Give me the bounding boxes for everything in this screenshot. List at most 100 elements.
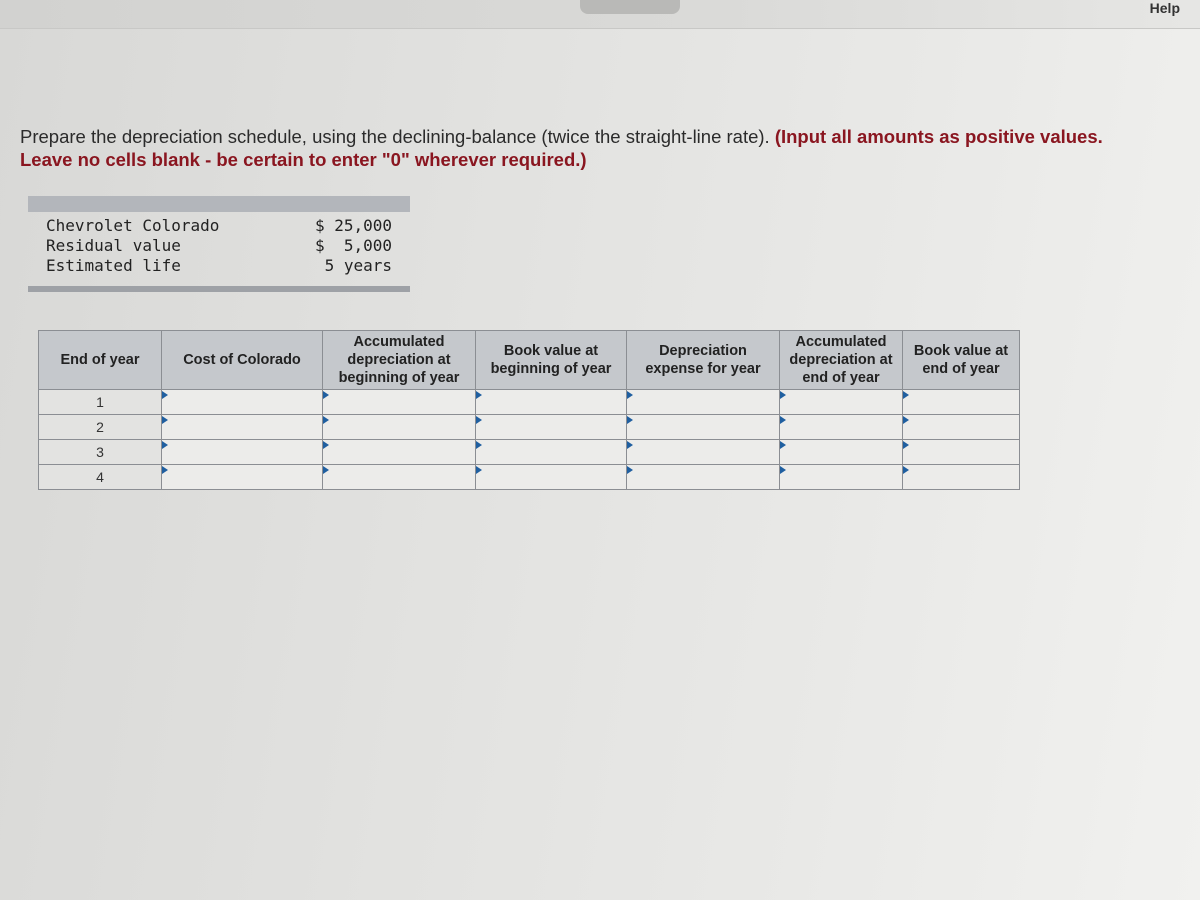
- year-cell: 3: [38, 439, 162, 465]
- input-marker-icon: [627, 441, 633, 449]
- accum-dep-end-cell: [779, 389, 903, 415]
- input-marker-icon: [476, 441, 482, 449]
- cost-input[interactable]: [162, 390, 322, 414]
- top-bar: Help: [0, 0, 1200, 29]
- cost-input[interactable]: [162, 440, 322, 464]
- header-end-of-year: End of year: [38, 330, 162, 390]
- table-row: 1: [38, 389, 1020, 415]
- book-value-beginning-cell: [475, 389, 627, 415]
- input-marker-icon: [323, 441, 329, 449]
- accum-dep-beginning-cell: [322, 464, 476, 490]
- info-row-life: Estimated life 5 years: [28, 256, 410, 276]
- book-value-beginning-cell: [475, 414, 627, 440]
- book-value-end-input[interactable]: [903, 415, 1019, 439]
- book-value-beginning-cell: [475, 439, 627, 465]
- cost-cell: [161, 439, 323, 465]
- instructions-main: Prepare the depreciation schedule, using…: [20, 126, 775, 147]
- year-cell: 1: [38, 389, 162, 415]
- depreciation-expense-input[interactable]: [627, 465, 779, 489]
- book-value-end-input[interactable]: [903, 440, 1019, 464]
- info-box-footer-bar: [28, 286, 410, 292]
- header-book-value-end: Book value at end of year: [902, 330, 1020, 390]
- input-marker-icon: [780, 391, 786, 399]
- info-label: Residual value: [46, 236, 181, 255]
- header-accum-dep-beginning: Accumulated depreciation at beginning of…: [322, 330, 476, 390]
- help-link[interactable]: Help: [1150, 0, 1180, 16]
- depreciation-expense-input[interactable]: [627, 390, 779, 414]
- instructions-emphasis-1: (Input all amounts as positive values.: [774, 126, 1103, 147]
- input-marker-icon: [627, 466, 633, 474]
- header-depreciation-expense: Depreciation expense for year: [626, 330, 780, 390]
- info-row-residual: Residual value $ 5,000: [28, 236, 410, 256]
- book-value-beginning-input[interactable]: [476, 390, 626, 414]
- book-value-end-cell: [902, 464, 1020, 490]
- cost-cell: [161, 389, 323, 415]
- accum-dep-end-input[interactable]: [780, 415, 902, 439]
- input-marker-icon: [627, 391, 633, 399]
- depreciation-expense-cell: [626, 414, 780, 440]
- input-marker-icon: [162, 441, 168, 449]
- depreciation-expense-cell: [626, 389, 780, 415]
- accum-dep-beginning-input[interactable]: [323, 440, 475, 464]
- instructions: Prepare the depreciation schedule, using…: [20, 125, 1170, 171]
- book-value-end-cell: [902, 389, 1020, 415]
- info-label: Estimated life: [46, 256, 181, 275]
- cost-cell: [161, 414, 323, 440]
- accum-dep-end-input[interactable]: [780, 390, 902, 414]
- cost-input[interactable]: [162, 465, 322, 489]
- table-row: 2: [38, 414, 1020, 440]
- input-marker-icon: [780, 416, 786, 424]
- input-marker-icon: [476, 391, 482, 399]
- accum-dep-beginning-input[interactable]: [323, 415, 475, 439]
- header-cost: Cost of Colorado: [161, 330, 323, 390]
- table-row: 4: [38, 464, 1020, 490]
- table-header-row: End of year Cost of Colorado Accumulated…: [38, 330, 1020, 390]
- info-row-cost: Chevrolet Colorado $ 25,000: [28, 216, 410, 236]
- book-value-end-input[interactable]: [903, 465, 1019, 489]
- input-marker-icon: [780, 441, 786, 449]
- accum-dep-beginning-input[interactable]: [323, 390, 475, 414]
- accum-dep-end-input[interactable]: [780, 440, 902, 464]
- input-marker-icon: [903, 416, 909, 424]
- info-label: Chevrolet Colorado: [46, 216, 220, 235]
- input-marker-icon: [903, 466, 909, 474]
- info-value: $ 5,000: [314, 236, 392, 255]
- info-box-header-bar: [28, 196, 410, 212]
- table-row: 3: [38, 439, 1020, 465]
- input-marker-icon: [323, 391, 329, 399]
- input-marker-icon: [476, 466, 482, 474]
- header-book-value-beginning: Book value at beginning of year: [475, 330, 627, 390]
- depreciation-expense-cell: [626, 439, 780, 465]
- input-marker-icon: [162, 466, 168, 474]
- year-cell: 2: [38, 414, 162, 440]
- book-value-beginning-cell: [475, 464, 627, 490]
- depreciation-expense-input[interactable]: [627, 440, 779, 464]
- cost-cell: [161, 464, 323, 490]
- book-value-end-input[interactable]: [903, 390, 1019, 414]
- accum-dep-end-input[interactable]: [780, 465, 902, 489]
- input-marker-icon: [162, 416, 168, 424]
- accum-dep-beginning-cell: [322, 389, 476, 415]
- input-marker-icon: [780, 466, 786, 474]
- depreciation-expense-input[interactable]: [627, 415, 779, 439]
- accum-dep-end-cell: [779, 464, 903, 490]
- accum-dep-beginning-cell: [322, 414, 476, 440]
- input-marker-icon: [476, 416, 482, 424]
- book-value-beginning-input[interactable]: [476, 440, 626, 464]
- cost-input[interactable]: [162, 415, 322, 439]
- depreciation-schedule-table: End of year Cost of Colorado Accumulated…: [38, 330, 1020, 490]
- book-value-beginning-input[interactable]: [476, 465, 626, 489]
- top-bar-tab: [580, 0, 680, 14]
- input-marker-icon: [903, 441, 909, 449]
- info-value: $ 25,000: [314, 216, 392, 235]
- info-value: 5 years: [314, 256, 392, 275]
- input-marker-icon: [162, 391, 168, 399]
- input-marker-icon: [323, 416, 329, 424]
- input-marker-icon: [323, 466, 329, 474]
- accum-dep-beginning-cell: [322, 439, 476, 465]
- instructions-emphasis-2: Leave no cells blank - be certain to ent…: [20, 149, 587, 170]
- accum-dep-beginning-input[interactable]: [323, 465, 475, 489]
- input-marker-icon: [627, 416, 633, 424]
- book-value-end-cell: [902, 439, 1020, 465]
- book-value-beginning-input[interactable]: [476, 415, 626, 439]
